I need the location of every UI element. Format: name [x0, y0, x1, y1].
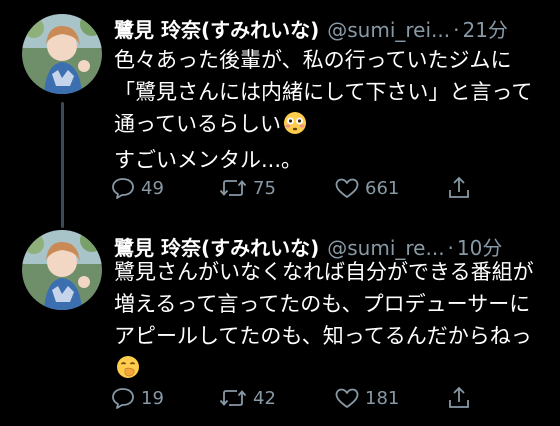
- retweet-button[interactable]: 75: [218, 172, 276, 204]
- tweet-text-line: 色々あった後輩が、私の行っていたジムに: [114, 48, 512, 72]
- reply-button[interactable]: 19: [110, 382, 164, 414]
- reply-icon: [112, 388, 134, 409]
- tweet[interactable]: 鷺見 玲奈(すみれいな) @sumi_rei... · 21分 色々あった後輩が…: [0, 0, 560, 220]
- tweet-actions: 19 42 181: [110, 382, 560, 414]
- retweet-icon: [219, 390, 247, 406]
- share-icon: [449, 176, 469, 198]
- retweet-count: 75: [253, 177, 276, 199]
- heart-icon: [335, 388, 359, 408]
- display-name[interactable]: 鷺見 玲奈(すみれいな): [114, 14, 319, 43]
- reply-count: 49: [141, 177, 164, 199]
- like-button[interactable]: 661: [334, 172, 399, 204]
- tweet-actions: 49 75 661: [110, 172, 560, 204]
- reply-button[interactable]: 49: [110, 172, 164, 204]
- retweet-button[interactable]: 42: [218, 382, 276, 414]
- timestamp[interactable]: 21分: [462, 14, 507, 43]
- avatar[interactable]: [22, 230, 102, 310]
- like-button[interactable]: 181: [334, 382, 399, 414]
- tweet-text: 色々あった後輩が、私の行っていたジムに 「鷺見さんには内緒にして下さい」と言って…: [114, 44, 550, 176]
- reply-icon: [112, 178, 134, 199]
- avatar[interactable]: [22, 14, 102, 94]
- separator-dot: ·: [453, 18, 460, 42]
- retweet-icon: [219, 180, 247, 196]
- like-count: 181: [365, 387, 400, 409]
- share-button[interactable]: [446, 382, 477, 414]
- tweet-text-line: 鷺見さんがいなくなれば自分ができる番組が: [114, 260, 534, 284]
- tweet-text: 鷺見さんがいなくなれば自分ができる番組が 増えるって言ってたのも、プロデューサー…: [114, 256, 550, 388]
- tweet[interactable]: 鷺見 玲奈(すみれいな) @sumi_re... · 10分 鷺見さんがいなくな…: [0, 220, 560, 426]
- tweet-text-line: アピールしてたのも、知ってるんだからねっ: [114, 324, 532, 348]
- tweet-text-line: 増えるって言ってたのも、プロデューサーに: [114, 292, 531, 316]
- share-button[interactable]: [446, 172, 477, 204]
- tweet-header: 鷺見 玲奈(すみれいな) @sumi_rei... · 21分: [114, 14, 548, 44]
- share-icon: [449, 386, 469, 408]
- heart-icon: [335, 178, 359, 198]
- timeline: 鷺見 玲奈(すみれいな) @sumi_rei... · 21分 色々あった後輩が…: [0, 0, 560, 426]
- tweet-text-segment: 通っているらしい: [114, 112, 281, 136]
- reply-count: 19: [141, 387, 164, 409]
- like-count: 661: [365, 177, 400, 199]
- tweet-text-line: 「鷺見さんには内緒にして下さい」と言って: [114, 80, 533, 104]
- flushed-face-emoji-icon: [283, 111, 307, 144]
- user-handle[interactable]: @sumi_rei...: [327, 18, 450, 42]
- retweet-count: 42: [253, 387, 276, 409]
- tweet-text-line: 通っているらしい: [114, 108, 550, 144]
